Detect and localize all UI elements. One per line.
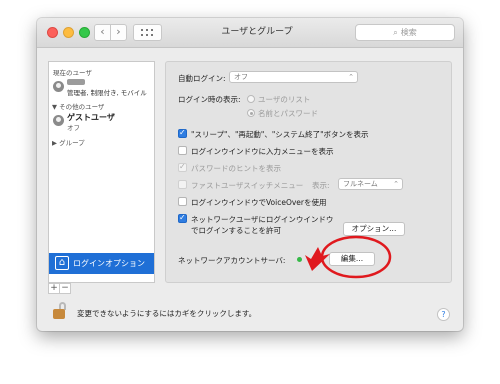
current-user-header: 現在のユーザ [53, 69, 92, 77]
network-account-server-label: ネットワークアカウントサーバ: [178, 256, 286, 265]
display-label: 表示: [312, 181, 330, 190]
checkbox-fast-user-switch[interactable] [178, 180, 187, 189]
forward-button[interactable]: › [110, 24, 127, 41]
users-groups-window: ‹ › ユーザとグループ ⌕ 検索 現在のユーザ 管理者, 制限付き, モバイル … [37, 18, 463, 331]
help-button[interactable]: ? [437, 308, 450, 321]
checkbox-password-hints[interactable] [178, 162, 187, 172]
auto-login-popup[interactable]: オフ ⌃ [229, 71, 358, 83]
checkbox-input-menu[interactable] [178, 146, 187, 155]
remove-user-button[interactable]: − [59, 283, 71, 294]
input-menu-label: ログインウインドウに入力メニューを表示 [191, 147, 334, 156]
lock-instruction-text: 変更できないようにするにはカギをクリックします。 [77, 309, 257, 318]
guest-user-status: オフ [67, 124, 80, 132]
login-options-label: ログインオプション [73, 259, 145, 268]
edit-button[interactable]: 編集... [329, 252, 375, 266]
close-window-button[interactable] [47, 27, 58, 38]
login-options-item[interactable]: ⌂ ログインオプション [49, 253, 154, 274]
display-format-popup[interactable]: フルネーム ⌃ [338, 178, 403, 190]
display-format-value: フルネーム [343, 180, 378, 188]
house-icon: ⌂ [55, 256, 69, 270]
other-users-header: ▼ その他のユーザ [52, 103, 105, 111]
voiceover-label: ログインウインドウでVoiceOverを使用 [191, 198, 327, 207]
search-icon: ⌕ [393, 28, 398, 37]
options-button[interactable]: オプション... [343, 222, 405, 236]
popup-arrows-icon: ⌃ [393, 180, 399, 188]
login-display-label: ログイン時の表示: [178, 95, 241, 104]
current-user-avatar [53, 81, 64, 92]
server-status-indicator [297, 257, 302, 262]
show-all-button[interactable] [133, 24, 162, 41]
zoom-window-button[interactable] [79, 27, 90, 38]
current-user-name-redacted [67, 79, 85, 85]
password-hints-label: パスワードのヒントを表示 [191, 164, 281, 173]
groups-item[interactable]: ▶ グループ [52, 137, 85, 147]
sleep-restart-shutdown-label: "スリープ"、"再起動"、"システム終了"ボタンを表示 [191, 130, 369, 139]
radio-name-password[interactable] [247, 109, 255, 117]
auto-login-label: 自動ログイン: [178, 74, 226, 83]
checkbox-network-users[interactable] [178, 213, 187, 223]
window-title: ユーザとグループ [221, 27, 293, 37]
current-user-role: 管理者, 制限付き, モバイル [67, 89, 147, 97]
auto-login-value: オフ [234, 73, 248, 81]
radio-user-list[interactable] [247, 95, 255, 103]
checkbox-sleep-restart-shutdown[interactable] [178, 128, 187, 138]
search-field[interactable]: ⌕ 検索 [355, 24, 455, 41]
lock-icon[interactable] [53, 302, 67, 320]
network-users-label-line1: ネットワークユーザにログインウインドウ [191, 215, 334, 224]
popup-arrows-icon: ⌃ [348, 73, 354, 81]
title-bar: ‹ › ユーザとグループ ⌕ 検索 [37, 18, 463, 48]
minimize-window-button[interactable] [63, 27, 74, 38]
network-users-label-line2: でログインすることを許可 [191, 226, 281, 235]
radio-name-password-label: 名前とパスワード [258, 109, 318, 118]
user-list-sidebar: 現在のユーザ 管理者, 制限付き, モバイル ▼ その他のユーザ ゲストユーザ … [48, 61, 155, 283]
fast-user-switch-label: ファストユーザスイッチメニュー [191, 181, 304, 190]
login-options-panel: 自動ログイン: オフ ⌃ ログイン時の表示: ユーザのリスト 名前とパスワード … [165, 61, 452, 283]
radio-user-list-label: ユーザのリスト [258, 95, 311, 104]
guest-user-avatar [53, 115, 64, 126]
search-placeholder: 検索 [400, 28, 417, 37]
checkbox-voiceover[interactable] [178, 197, 187, 206]
back-button[interactable]: ‹ [94, 24, 111, 41]
